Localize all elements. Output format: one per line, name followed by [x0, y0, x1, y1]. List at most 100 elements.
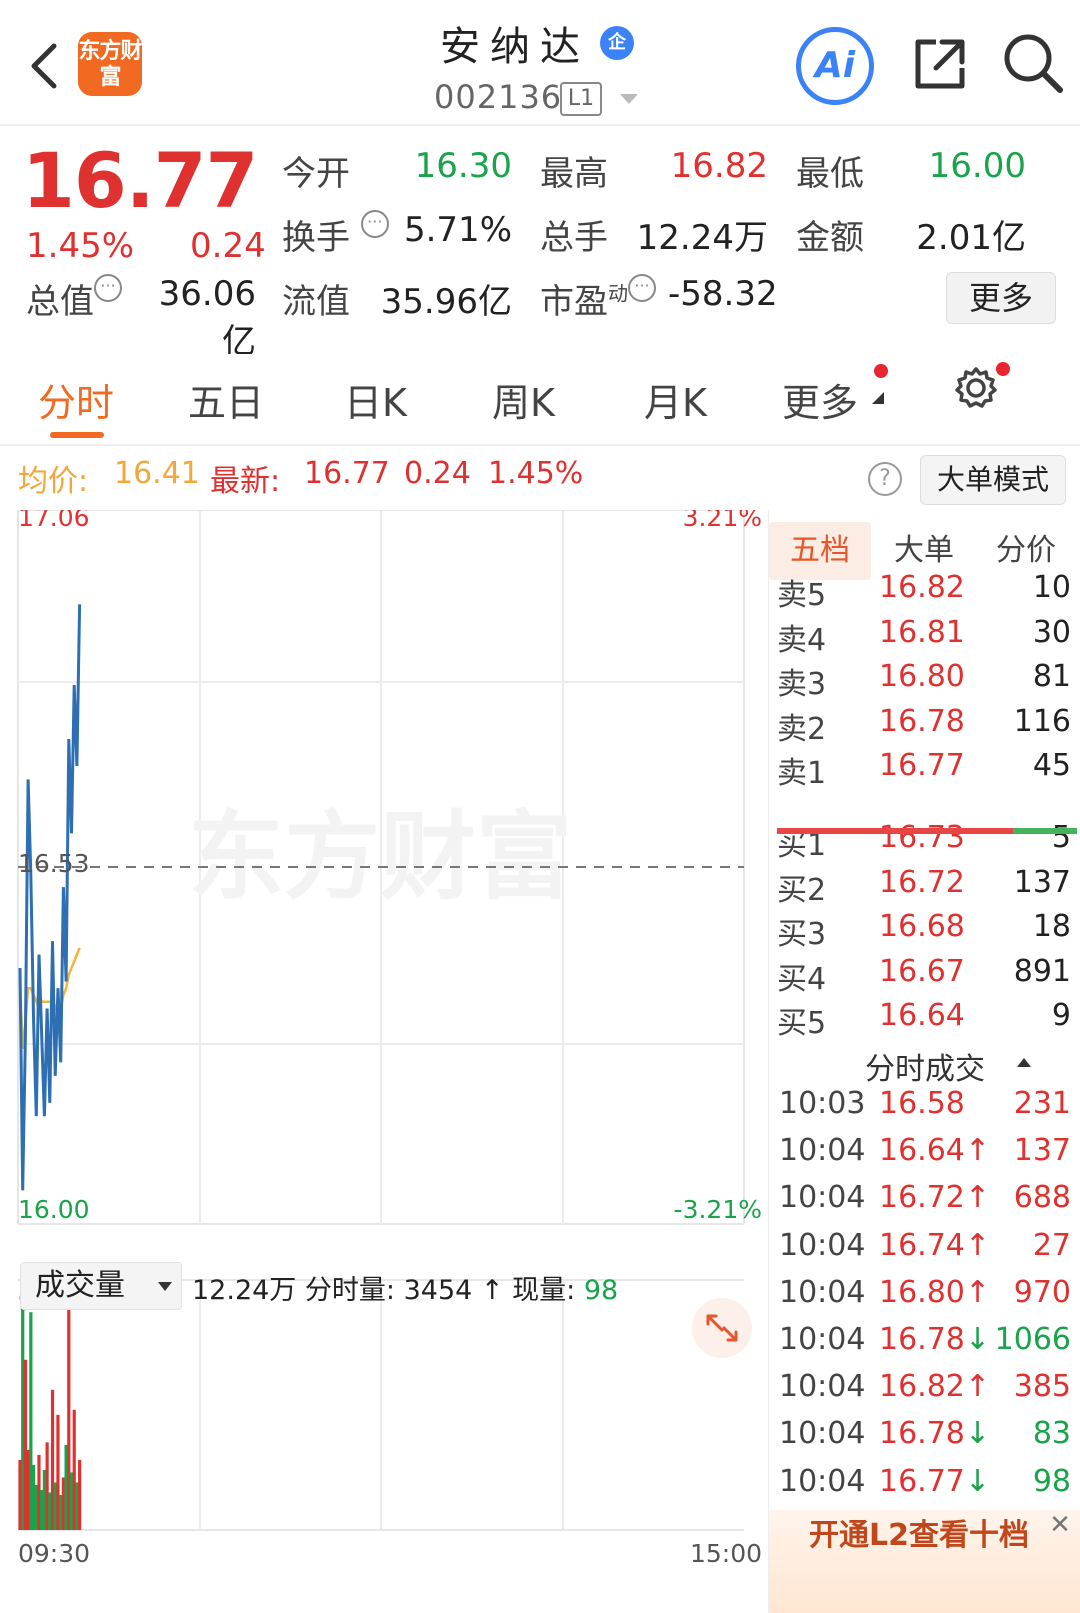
level-price: 16.72 — [879, 864, 965, 900]
chart-tabs: 分时 五日 日K 周K 月K 更多 — [0, 354, 1080, 446]
chevron-up-icon[interactable] — [1017, 1058, 1031, 1067]
trade-time: 10:04 — [779, 1227, 866, 1263]
direction-arrow: ↓ — [964, 1322, 991, 1357]
trade-time: 10:04 — [779, 1180, 866, 1216]
open-label: 今开 — [282, 154, 350, 194]
mktcap-label: 总值 ··· — [26, 274, 122, 323]
ask-row[interactable]: 卖2 16.78 116 — [769, 704, 1080, 750]
tab-daily-k[interactable]: 日K — [344, 372, 407, 427]
tab-monthly-k[interactable]: 月K — [644, 372, 707, 427]
amount-label: 金额 — [796, 218, 864, 258]
level-qty: 10 — [1032, 570, 1071, 605]
tab-intraday[interactable]: 分时 — [38, 372, 114, 427]
tab-five-day[interactable]: 五日 — [188, 372, 264, 427]
high-label: 最高 — [540, 154, 608, 194]
order-book-panel: 五档 大单 分价 卖5 16.82 10 卖4 16.81 30 卖3 16.80 81 卖2 16… — [768, 510, 1080, 1613]
intraday-chart[interactable]: 东方财富 17.06 16.53 16.00 3.21% -3.21% 9747… — [0, 510, 768, 1613]
y-axis-mid-label: 16.53 — [18, 849, 90, 878]
trade-row: 10:04 16.78↓ 83 — [769, 1416, 1080, 1462]
level-price: 16.80 — [879, 659, 965, 694]
x-axis-start-label: 09:30 — [18, 1539, 90, 1568]
bid-row[interactable]: 买2 16.72 137 — [769, 865, 1080, 911]
pe-label: 市盈动 ··· — [540, 274, 656, 323]
trade-price: 16.80↑ — [879, 1274, 991, 1310]
bid-row[interactable]: 买1 16.73 5 — [769, 820, 1080, 866]
trade-row: 10:04 16.80↑ 970 — [769, 1275, 1080, 1321]
trade-volume: 1066 — [994, 1322, 1071, 1357]
app-logo: 东方财富 — [78, 32, 143, 96]
settings-gear-icon[interactable] — [954, 366, 998, 410]
price-summary-bar: 均价: 16.41 最新: 16.77 0.24 1.45% — [0, 456, 1080, 506]
bid-row[interactable]: 买4 16.67 891 — [769, 954, 1080, 1000]
trades-title[interactable]: 分时成交 — [769, 1044, 1080, 1088]
trade-time: 10:04 — [779, 1274, 866, 1310]
stock-name: 安纳达 — [440, 24, 590, 70]
ask-row[interactable]: 卖3 16.80 81 — [769, 659, 1080, 705]
trade-time: 10:04 — [779, 1322, 866, 1357]
corner-triangle-icon — [872, 392, 884, 404]
trade-price: 16.78↓ — [879, 1322, 991, 1357]
level-label: 卖2 — [777, 711, 827, 747]
top-bar: 东方财富 安纳达 企 002136 L1 Ai — [0, 0, 1080, 126]
ask-row[interactable]: 卖1 16.77 45 — [769, 748, 1080, 794]
tab-more[interactable]: 更多 — [782, 372, 858, 427]
big-order-mode-button[interactable]: 大单模式 — [920, 455, 1066, 505]
tab-weekly-k[interactable]: 周K — [492, 372, 555, 427]
pct-axis-top-label: 3.21% — [683, 510, 762, 532]
trade-volume: 27 — [1032, 1227, 1071, 1263]
close-icon[interactable]: ✕ — [1045, 1510, 1075, 1540]
trade-volume: 970 — [1013, 1274, 1071, 1310]
level-label: 买2 — [777, 872, 827, 908]
back-icon[interactable] — [24, 38, 64, 94]
info-icon[interactable]: ··· — [360, 210, 389, 238]
latest-label: 最新: — [210, 464, 281, 499]
notification-dot — [874, 364, 888, 378]
level-qty: 45 — [1032, 748, 1071, 783]
level-price: 16.77 — [879, 748, 965, 783]
help-icon[interactable]: ? — [868, 462, 902, 496]
more-quote-button[interactable]: 更多 — [946, 272, 1056, 324]
level-label: 卖5 — [777, 578, 827, 613]
low-label: 最低 — [796, 154, 864, 194]
share-icon[interactable] — [910, 34, 970, 94]
upgrade-banner[interactable]: 开通L2查看十档 ✕ — [769, 1510, 1080, 1613]
bid-row[interactable]: 买3 16.68 18 — [769, 909, 1080, 955]
turnover-label: 换手 ··· — [282, 210, 389, 259]
ai-assistant-button[interactable]: Ai — [796, 27, 874, 105]
volume-header: 成交量 12.24万 分时量: 3454 ↑ 现量: 98 — [20, 1262, 760, 1314]
open-value: 16.30 — [414, 146, 512, 186]
level-label: 卖3 — [777, 667, 827, 702]
trade-row: 10:04 16.74↑ 27 — [769, 1228, 1080, 1274]
quote-panel: 16.77 1.45% 0.24 今开 16.30 最高 16.82 最低 16… — [0, 128, 1080, 362]
latest-pct: 1.45% — [488, 456, 584, 491]
ask-row[interactable]: 卖4 16.81 30 — [769, 615, 1080, 661]
search-icon[interactable] — [1000, 30, 1066, 96]
chevron-down-icon[interactable] — [620, 94, 638, 104]
amount-value: 2.01亿 — [916, 218, 1026, 258]
volume-value: 12.24万 — [636, 218, 768, 258]
trade-row: 10:04 16.77↓ 98 — [769, 1464, 1080, 1510]
level-qty: 891 — [1013, 953, 1071, 989]
level-qty: 116 — [1013, 703, 1071, 739]
trade-row: 10:03 16.58 231 — [769, 1086, 1080, 1132]
direction-arrow: ↑ — [964, 1274, 991, 1310]
info-icon[interactable]: ··· — [628, 274, 656, 302]
trade-time: 10:03 — [779, 1086, 866, 1121]
volume-label: 总手 — [540, 218, 608, 258]
direction-arrow: ↓ — [964, 1463, 991, 1499]
arrow-up-icon: ↑ — [480, 1275, 504, 1306]
bid-ask-ratio-bar — [777, 828, 1077, 834]
chevron-down-icon[interactable] — [158, 1282, 172, 1291]
trade-volume: 98 — [1032, 1463, 1071, 1499]
ask-row[interactable]: 卖5 16.82 10 — [769, 570, 1080, 616]
volume-bars — [18, 1286, 82, 1530]
info-icon[interactable]: ··· — [94, 274, 122, 302]
level-qty: 9 — [1051, 998, 1071, 1033]
level-qty: 5 — [1051, 820, 1071, 855]
level-qty: 137 — [1013, 864, 1071, 900]
trade-row: 10:04 16.64↑ 137 — [769, 1133, 1080, 1179]
level-price: 16.73 — [879, 820, 965, 855]
bid-row[interactable]: 买5 16.64 9 — [769, 998, 1080, 1044]
trade-price: 16.72↑ — [879, 1180, 991, 1216]
float-value: 35.96亿 — [380, 282, 512, 322]
